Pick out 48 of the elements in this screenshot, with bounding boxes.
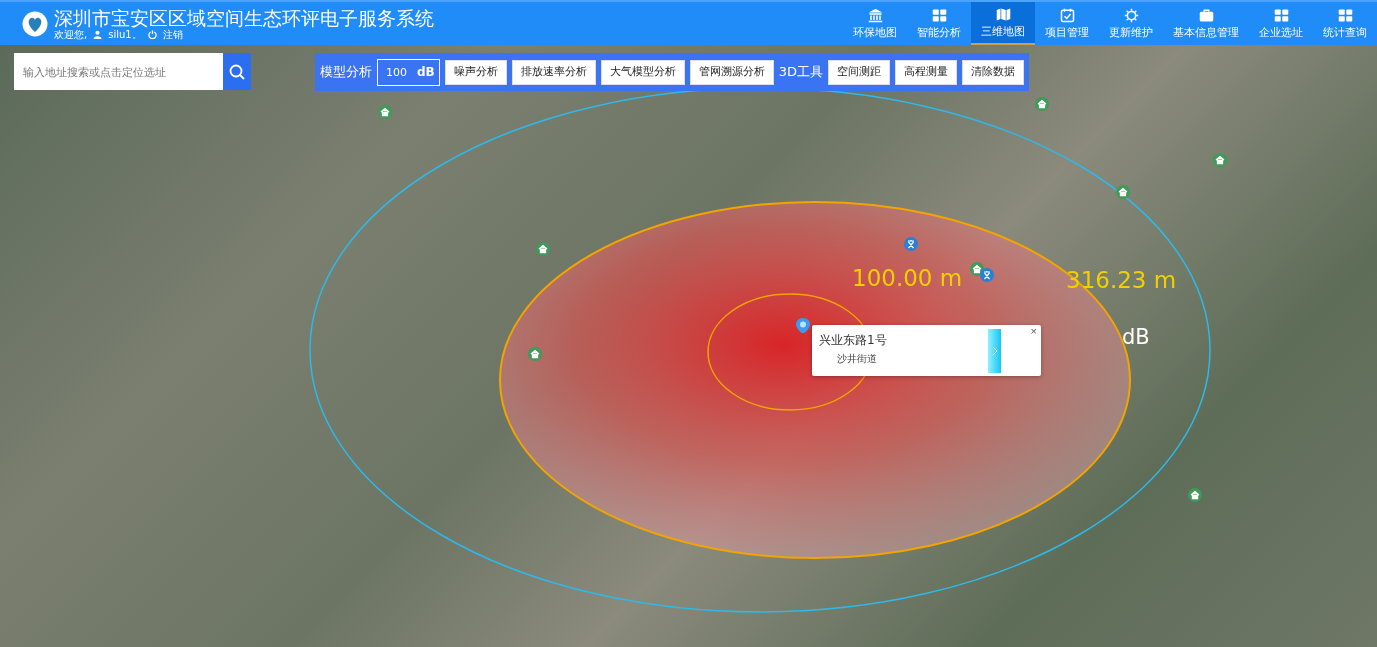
home-marker-icon[interactable] <box>1116 185 1130 199</box>
nav-tab[interactable]: 项目管理 <box>1035 2 1099 45</box>
nav-tab[interactable]: 三维地图 <box>971 2 1035 45</box>
home-marker-icon[interactable] <box>378 105 392 119</box>
home-marker-icon[interactable] <box>536 242 550 256</box>
home-marker-icon[interactable] <box>1035 97 1049 111</box>
nav-tab[interactable]: 更新维护 <box>1099 2 1163 45</box>
user-icon <box>93 30 103 39</box>
popup-subtitle: 沙井街道 <box>837 353 877 366</box>
popup-title: 兴业东路1号 <box>819 332 887 349</box>
decibel-field[interactable]: 100 dB <box>377 58 440 86</box>
analysis-button[interactable]: 噪声分析 <box>444 59 507 85</box>
nav-tab[interactable]: 智能分析 <box>907 2 971 45</box>
nav-tab[interactable]: 基本信息管理 <box>1163 2 1249 45</box>
analysis-button[interactable]: 排放速率分析 <box>511 59 596 85</box>
search-icon <box>229 63 245 80</box>
analysis-button[interactable]: 大气模型分析 <box>600 59 685 85</box>
tool-button[interactable]: 空间测距 <box>828 59 891 85</box>
bank-icon <box>867 7 883 23</box>
analysis-button[interactable]: 管网溯源分析 <box>689 59 774 85</box>
grid-icon <box>1273 7 1289 23</box>
username-text: silu1。 <box>108 28 142 41</box>
home-marker-icon[interactable] <box>1188 488 1202 502</box>
home-marker-icon[interactable] <box>1213 153 1227 167</box>
search-button[interactable] <box>223 53 251 90</box>
model-analysis-label: 模型分析 <box>320 63 372 81</box>
3d-tools-label: 3D工具 <box>778 63 824 81</box>
logout-link[interactable]: 注销 <box>162 28 183 41</box>
distance-label: 100.00 m <box>852 265 963 291</box>
grid-icon <box>931 7 947 23</box>
calendar-icon <box>1059 7 1075 23</box>
location-pin-icon[interactable] <box>795 318 811 342</box>
decibel-label: dB <box>1122 325 1150 349</box>
nav-tab[interactable]: 环保地图 <box>843 2 907 45</box>
nav-tab[interactable]: 企业选址 <box>1249 2 1313 45</box>
power-icon <box>147 30 157 39</box>
briefcase-icon <box>1198 7 1214 23</box>
welcome-text: 欢迎您, <box>54 28 88 41</box>
gear-icon <box>1123 7 1139 23</box>
home-marker-icon[interactable] <box>528 347 542 361</box>
logo-icon <box>22 10 48 37</box>
app-title: 深圳市宝安区区域空间生态环评电子服务系统 <box>54 6 434 29</box>
grid-icon <box>1337 7 1353 23</box>
tool-button[interactable]: 清除数据 <box>962 59 1025 85</box>
map-icon <box>995 6 1011 22</box>
tool-button[interactable]: 高程测量 <box>895 59 958 85</box>
nav-tab[interactable]: 统计查询 <box>1313 2 1377 45</box>
close-button[interactable]: × <box>1028 325 1039 337</box>
